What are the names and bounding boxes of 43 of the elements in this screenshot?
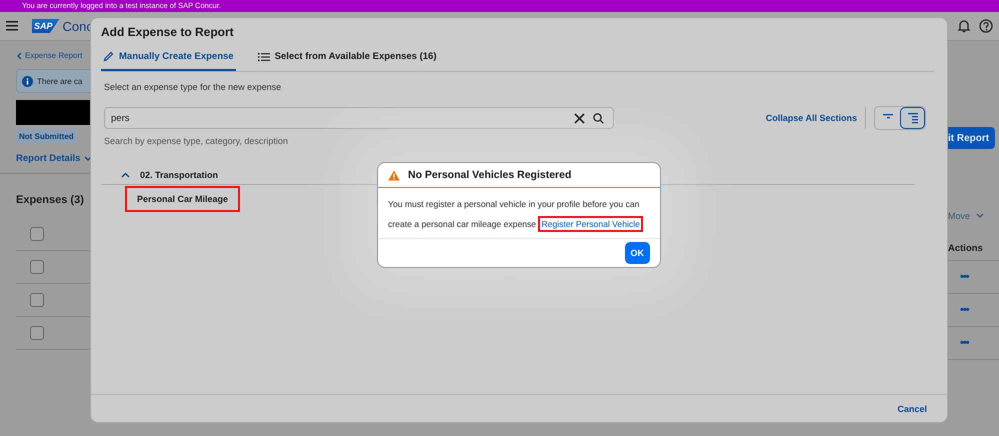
info-icon (22, 76, 33, 86)
expenses-title: Expenses (3) (16, 194, 84, 206)
chevron-down-icon (84, 156, 90, 162)
alert-title: No Personal Vehicles Registered (408, 169, 572, 181)
instruction-text: Select an expense type for the new expense (104, 82, 282, 92)
search-hint: Search by expense type, category, description (104, 136, 289, 146)
search-field[interactable]: pers (104, 107, 614, 129)
chevron-down-icon (976, 213, 984, 219)
back-link[interactable]: Expense Report (25, 51, 82, 60)
move-button[interactable]: Move (948, 211, 970, 221)
section-title: 02. Transportation (140, 170, 218, 180)
pencil-icon (103, 51, 114, 62)
report-details-link[interactable]: Report Details (16, 153, 80, 164)
list-icon (258, 52, 270, 62)
checkbox[interactable] (30, 293, 44, 307)
chevron-up-icon[interactable] (121, 172, 130, 178)
collapse-all-link[interactable]: Collapse All Sections (766, 107, 866, 129)
modal-title: Add Expense to Report (100, 24, 235, 39)
checkbox[interactable] (30, 326, 44, 340)
actions-header: Actions (948, 243, 983, 254)
expense-type-item[interactable]: Personal Car Mileage (125, 186, 240, 212)
ok-button[interactable]: OK (624, 242, 650, 264)
register-vehicle-link[interactable]: Register Personal Vehicle (538, 216, 643, 232)
tab[interactable]: Select from Available Expenses (16) (256, 49, 439, 71)
view-toggle-button[interactable] (900, 107, 925, 129)
menu-icon[interactable] (6, 20, 20, 32)
status-badge: Not Submitted (16, 129, 77, 144)
more-actions-button[interactable]: ••• (960, 271, 969, 283)
checkbox[interactable] (30, 227, 44, 241)
expanded-view-icon (906, 112, 918, 124)
info-text: There are ca (37, 76, 82, 86)
chevron-left-icon (16, 52, 22, 60)
warning-icon (388, 170, 400, 180)
submit-report-button[interactable]: it Report (948, 127, 996, 149)
bell-icon[interactable] (957, 19, 971, 33)
more-actions-button[interactable]: ••• (960, 337, 969, 349)
more-actions-button[interactable]: ••• (960, 304, 969, 316)
logo-mark: SAP (32, 19, 60, 33)
help-icon[interactable] (979, 19, 993, 33)
cancel-button[interactable]: Cancel (891, 402, 933, 414)
checkbox[interactable] (30, 260, 44, 274)
tab[interactable]: Manually Create Expense (101, 49, 236, 71)
alert-message: You must register a personal vehicle in your profile before you can create a personal car mileage expense Register Personal Vehicle (378, 188, 660, 238)
